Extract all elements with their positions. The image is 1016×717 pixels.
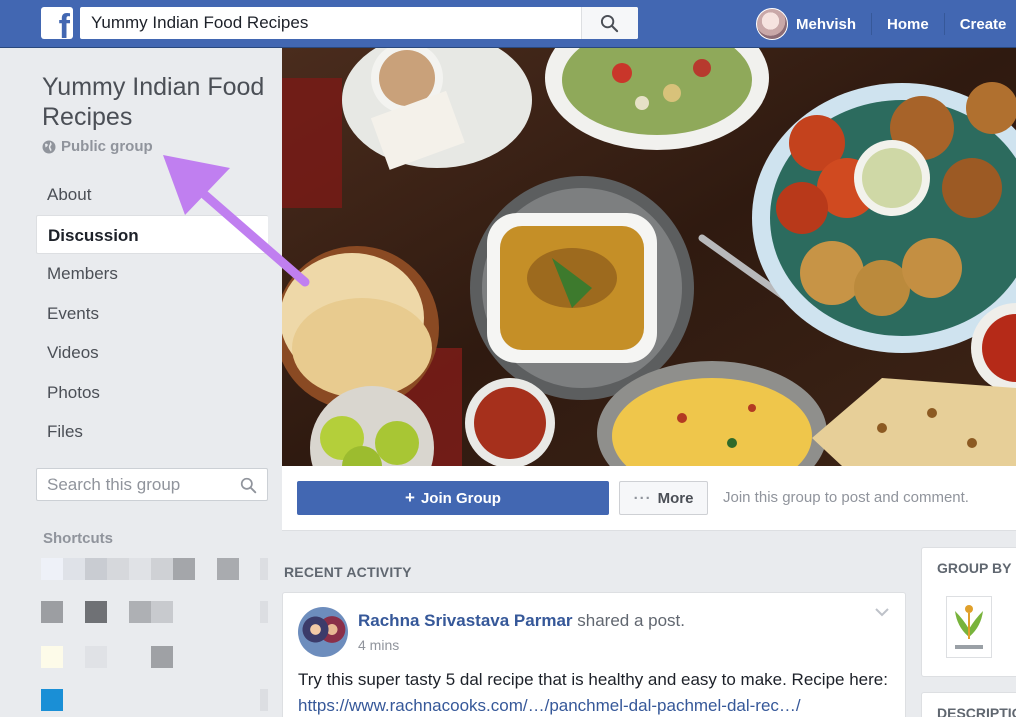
nav-divider [943,13,945,35]
shortcut-blur[interactable] [63,558,85,580]
chevron-down-icon[interactable] [875,607,889,617]
group-privacy-label: Public group [61,138,153,155]
top-bar: f Mehvish Home Create [0,0,1016,48]
search-icon [600,14,619,33]
group-cover-photo[interactable] [282,48,1016,466]
global-search [80,7,638,39]
create-link[interactable]: Create [960,16,1007,33]
shortcut-blur[interactable] [151,558,173,580]
sidebar-item-videos[interactable]: Videos [36,333,268,373]
post-body: Try this super tasty 5 dal recipe that i… [298,667,888,717]
shortcut-blur[interactable] [41,646,63,668]
profile-link[interactable]: Mehvish [796,16,856,33]
shortcut-blur[interactable] [85,558,107,580]
join-hint: Join this group to post and comment. [723,489,969,506]
facebook-logo-icon[interactable]: f [41,7,73,39]
sidebar-item-photos[interactable]: Photos [36,373,268,413]
description-label: DESCRIPTION [937,705,1016,717]
shortcut-blur[interactable] [129,558,151,580]
shortcut-blur[interactable] [41,601,63,623]
shortcut-blur[interactable] [107,558,129,580]
shortcut-blur[interactable] [129,601,151,623]
group-action-bar: + Join Group ··· More Join this group to… [282,466,1016,531]
group-by-card: GROUP BY [921,547,1016,677]
shortcut-blur[interactable] [260,601,268,623]
sidebar-item-files[interactable]: Files [36,412,268,452]
post-action: shared a post. [577,611,686,630]
shortcut-blur[interactable] [151,601,173,623]
more-label: More [657,489,694,507]
sidebar-item-events[interactable]: Events [36,294,268,334]
shortcut-blur[interactable] [41,689,63,711]
shortcut-blur[interactable] [85,646,107,668]
post-author-avatar[interactable] [298,607,348,657]
plus-icon: + [405,488,415,507]
logo-graphic [955,605,983,649]
shortcut-blur[interactable] [85,601,107,623]
home-link[interactable]: Home [887,16,929,33]
group-privacy[interactable]: Public group [42,138,153,155]
join-group-label: Join Group [420,489,501,507]
description-card: DESCRIPTION [921,692,1016,717]
group-search [36,468,268,501]
shortcut-blur[interactable] [260,689,268,711]
more-dots-icon: ··· [633,489,652,507]
shortcuts-title: Shortcuts [43,530,114,547]
post-text: Try this super tasty 5 dal recipe that i… [298,670,888,689]
search-button[interactable] [581,7,638,39]
sidebar-item-members[interactable]: Members [36,254,268,294]
shortcut-blur[interactable] [151,646,173,668]
shortcut-blur[interactable] [260,558,268,580]
shortcut-blur[interactable] [41,558,63,580]
group-search-input[interactable] [37,469,232,500]
sidebar-item-about[interactable]: About [36,175,268,215]
group-by-label: GROUP BY [937,560,1012,576]
join-group-button[interactable]: + Join Group [297,481,609,515]
post-header: Rachna Srivastava Parmar shared a post. [358,611,685,631]
recent-activity-title: RECENT ACTIVITY [284,564,412,580]
post-timestamp[interactable]: 4 mins [358,637,399,653]
avatar[interactable] [756,8,788,40]
shortcut-blur[interactable] [173,558,195,580]
group-title[interactable]: Yummy Indian Food Recipes [42,72,272,132]
shortcut-blur[interactable] [217,558,239,580]
post-card: Rachna Srivastava Parmar shared a post. … [282,592,906,717]
nav-divider [871,13,873,35]
post-author-name[interactable]: Rachna Srivastava Parmar [358,611,573,630]
search-icon[interactable] [240,477,257,494]
more-button[interactable]: ··· More [619,481,708,515]
dietician-logo-icon[interactable] [946,596,992,658]
user-nav: Mehvish Home Create [756,8,1006,40]
global-search-input[interactable] [80,7,580,39]
shortcuts-list [41,558,271,717]
globe-icon [42,140,56,153]
sidebar-item-discussion[interactable]: Discussion [36,214,268,254]
food-spread-image [282,48,1016,466]
post-link[interactable]: https://www.rachnacooks.com/…/panchmel-d… [298,696,801,715]
group-nav: About Discussion Members Events Videos P… [36,175,268,452]
